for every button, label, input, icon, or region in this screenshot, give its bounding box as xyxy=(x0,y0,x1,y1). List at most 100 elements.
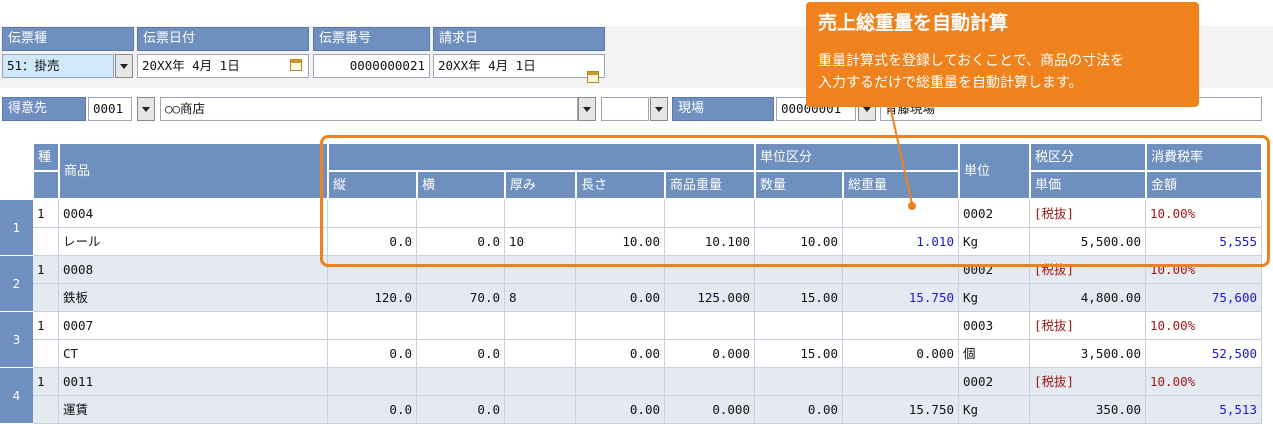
long-cell[interactable]: 0.00 xyxy=(576,396,665,424)
tax-rate-cell[interactable]: 10.00% xyxy=(1146,200,1262,228)
customer-name-field[interactable]: ○○商店 xyxy=(160,97,578,121)
calendar-icon[interactable] xyxy=(587,71,599,83)
qty-cell[interactable]: 15.00 xyxy=(755,340,843,368)
empty-cell[interactable] xyxy=(576,368,665,396)
customer-code-field[interactable]: 0001 xyxy=(88,97,132,121)
empty-cell[interactable] xyxy=(417,256,505,284)
tax-rate-cell[interactable]: 10.00% xyxy=(1146,312,1262,340)
product-name-cell[interactable]: 鉄板 xyxy=(59,284,328,312)
empty-cell[interactable] xyxy=(665,256,755,284)
empty-cell[interactable] xyxy=(665,312,755,340)
slip-date-field[interactable]: 20XX年 4月 1日 xyxy=(137,54,309,78)
slip-type-select[interactable]: 51：掛売 xyxy=(2,54,114,78)
customer-dropdown-button[interactable] xyxy=(137,97,155,121)
product-name-cell[interactable]: 運賃 xyxy=(59,396,328,424)
tate-cell[interactable]: 120.0 xyxy=(328,284,417,312)
total-cell[interactable]: 15.750 xyxy=(843,396,959,424)
empty-cell[interactable] xyxy=(843,368,959,396)
thick-cell[interactable]: 8 xyxy=(505,284,576,312)
unit-cell[interactable]: Kg xyxy=(959,228,1030,256)
unit-cell[interactable]: 個 xyxy=(959,340,1030,368)
qty-cell[interactable]: 0.00 xyxy=(755,396,843,424)
empty-cell[interactable] xyxy=(328,256,417,284)
empty-cell[interactable] xyxy=(417,312,505,340)
empty-cell[interactable] xyxy=(505,368,576,396)
qty-cell[interactable]: 10.00 xyxy=(755,228,843,256)
product-name-cell[interactable]: CT xyxy=(59,340,328,368)
row-number[interactable]: 2 xyxy=(0,256,33,312)
empty-cell[interactable] xyxy=(576,312,665,340)
thick-cell[interactable] xyxy=(505,396,576,424)
weight-cell[interactable]: 0.000 xyxy=(665,396,755,424)
amount-cell[interactable]: 5,555 xyxy=(1146,228,1262,256)
product-code-cell[interactable]: 0008 xyxy=(59,256,328,284)
tax-rate-cell[interactable]: 10.00% xyxy=(1146,256,1262,284)
empty-cell[interactable] xyxy=(755,200,843,228)
customer-name-dropdown-button[interactable] xyxy=(578,97,596,121)
product-name-cell[interactable]: レール xyxy=(59,228,328,256)
qty-cell[interactable]: 15.00 xyxy=(755,284,843,312)
yoko-cell[interactable]: 0.0 xyxy=(417,228,505,256)
price-cell[interactable]: 4,800.00 xyxy=(1030,284,1146,312)
unit-code-cell[interactable]: 0003 xyxy=(959,312,1030,340)
row-number[interactable]: 4 xyxy=(0,368,33,424)
total-cell[interactable]: 1.010 xyxy=(843,228,959,256)
long-cell[interactable]: 0.00 xyxy=(576,284,665,312)
yoko-cell[interactable]: 0.0 xyxy=(417,340,505,368)
weight-cell[interactable]: 125.000 xyxy=(665,284,755,312)
long-cell[interactable]: 0.00 xyxy=(576,340,665,368)
empty-cell[interactable] xyxy=(33,340,59,368)
empty-cell[interactable] xyxy=(576,256,665,284)
empty-cell[interactable] xyxy=(576,200,665,228)
blank-dropdown-button[interactable] xyxy=(650,97,668,121)
empty-cell[interactable] xyxy=(33,228,59,256)
slip-type-dropdown-button[interactable] xyxy=(115,54,133,78)
type-cell[interactable]: 1 xyxy=(33,312,59,340)
long-cell[interactable]: 10.00 xyxy=(576,228,665,256)
slip-no-field[interactable]: 0000000021 xyxy=(313,54,430,78)
amount-cell[interactable]: 75,600 xyxy=(1146,284,1262,312)
empty-cell[interactable] xyxy=(505,312,576,340)
tate-cell[interactable]: 0.0 xyxy=(328,228,417,256)
row-number[interactable]: 3 xyxy=(0,312,33,368)
blank-select[interactable] xyxy=(601,97,649,121)
empty-cell[interactable] xyxy=(755,256,843,284)
thick-cell[interactable]: 10 xyxy=(505,228,576,256)
empty-cell[interactable] xyxy=(328,312,417,340)
empty-cell[interactable] xyxy=(755,368,843,396)
price-cell[interactable]: 5,500.00 xyxy=(1030,228,1146,256)
weight-cell[interactable]: 10.100 xyxy=(665,228,755,256)
unit-code-cell[interactable]: 0002 xyxy=(959,256,1030,284)
total-cell[interactable]: 15.750 xyxy=(843,284,959,312)
tax-rate-cell[interactable]: 10.00% xyxy=(1146,368,1262,396)
tax-class-cell[interactable]: [税抜] xyxy=(1030,200,1146,228)
tate-cell[interactable]: 0.0 xyxy=(328,396,417,424)
type-cell[interactable]: 1 xyxy=(33,200,59,228)
weight-cell[interactable]: 0.000 xyxy=(665,340,755,368)
unit-code-cell[interactable]: 0002 xyxy=(959,200,1030,228)
tate-cell[interactable]: 0.0 xyxy=(328,340,417,368)
calendar-icon[interactable] xyxy=(290,59,302,71)
unit-cell[interactable]: Kg xyxy=(959,284,1030,312)
type-cell[interactable]: 1 xyxy=(33,368,59,396)
price-cell[interactable]: 350.00 xyxy=(1030,396,1146,424)
empty-cell[interactable] xyxy=(755,312,843,340)
amount-cell[interactable]: 5,513 xyxy=(1146,396,1262,424)
price-cell[interactable]: 3,500.00 xyxy=(1030,340,1146,368)
amount-cell[interactable]: 52,500 xyxy=(1146,340,1262,368)
product-code-cell[interactable]: 0004 xyxy=(59,200,328,228)
empty-cell[interactable] xyxy=(843,256,959,284)
thick-cell[interactable] xyxy=(505,340,576,368)
empty-cell[interactable] xyxy=(328,200,417,228)
empty-cell[interactable] xyxy=(417,200,505,228)
empty-cell[interactable] xyxy=(33,284,59,312)
empty-cell[interactable] xyxy=(505,256,576,284)
product-code-cell[interactable]: 0011 xyxy=(59,368,328,396)
yoko-cell[interactable]: 70.0 xyxy=(417,284,505,312)
yoko-cell[interactable]: 0.0 xyxy=(417,396,505,424)
unit-cell[interactable]: Kg xyxy=(959,396,1030,424)
billing-date-field[interactable]: 20XX年 4月 1日 xyxy=(433,54,605,78)
type-cell[interactable]: 1 xyxy=(33,256,59,284)
row-number[interactable]: 1 xyxy=(0,200,33,256)
total-cell[interactable]: 0.000 xyxy=(843,340,959,368)
